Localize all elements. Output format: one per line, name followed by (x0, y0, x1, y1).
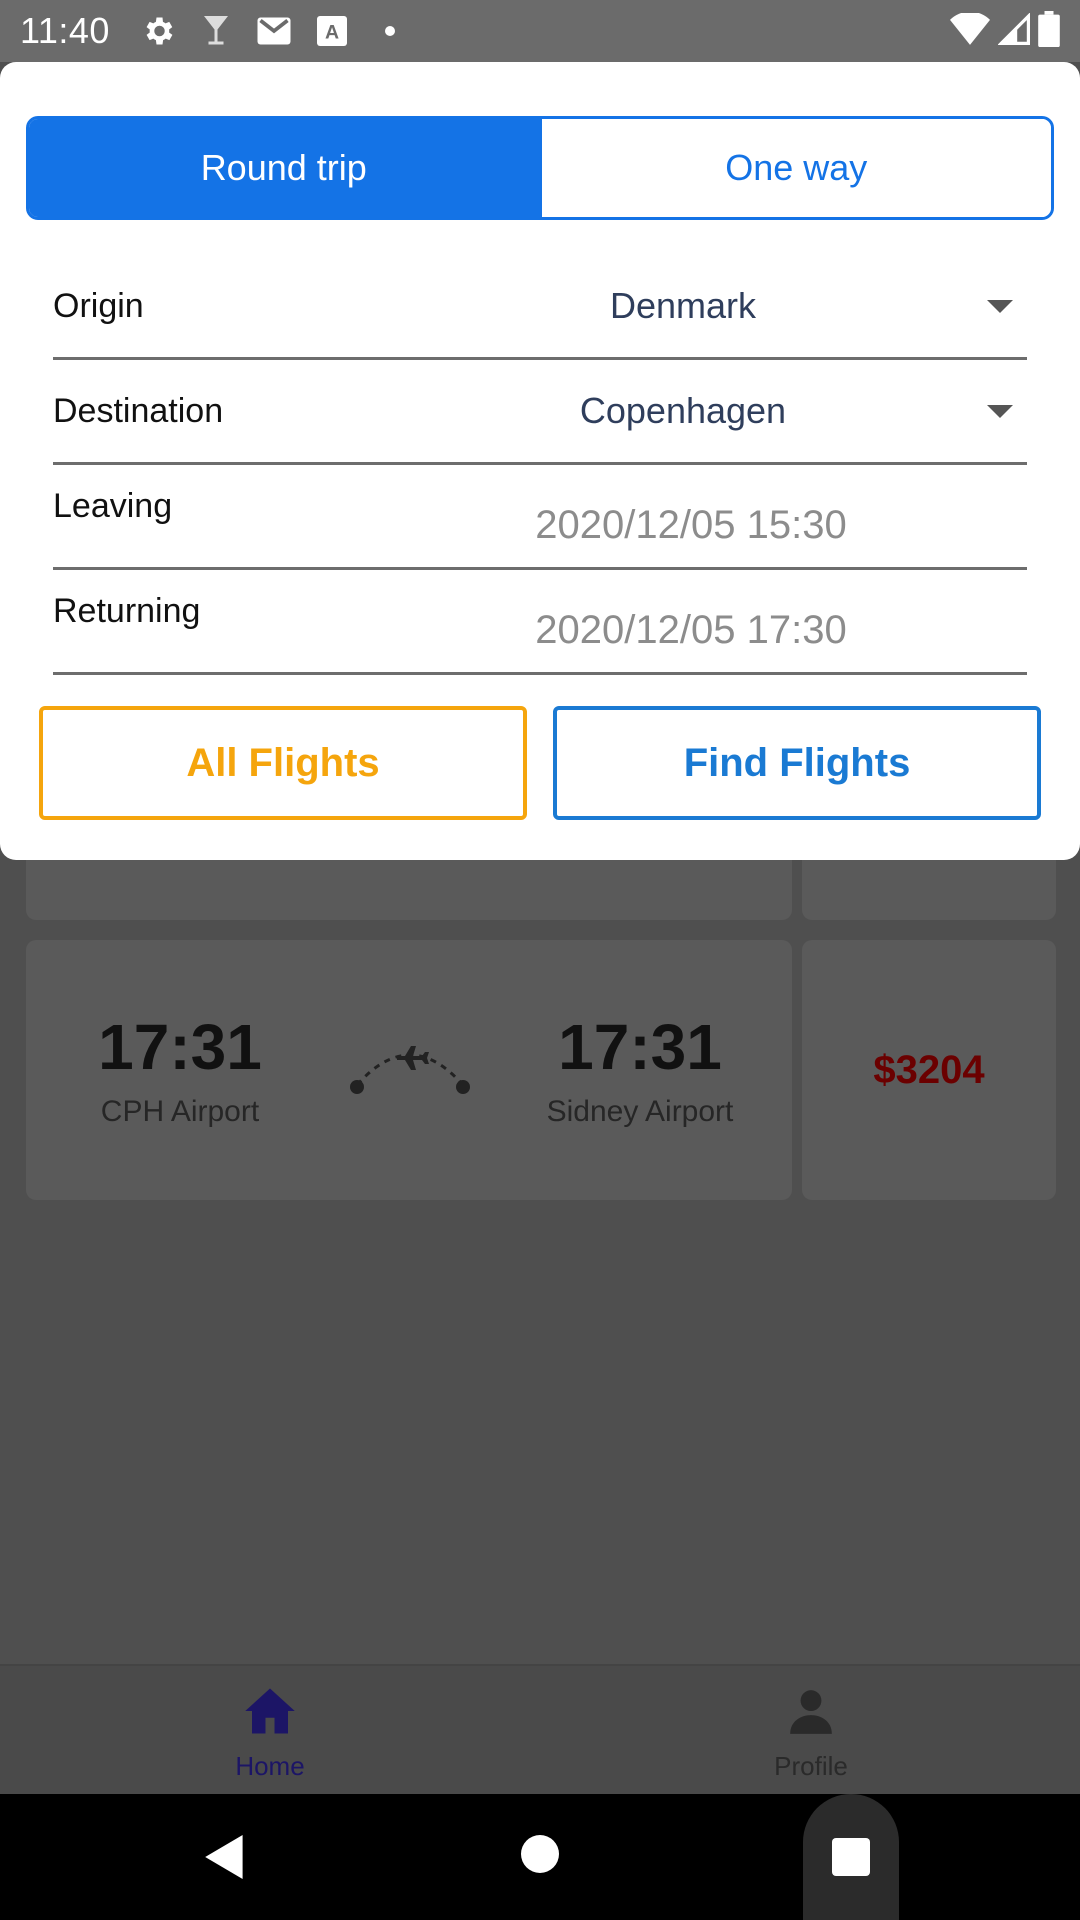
recents-button[interactable] (803, 1794, 899, 1920)
bottom-navigation: Home Profile (0, 1664, 1080, 1794)
origin-label: Origin (53, 287, 144, 325)
battery-icon (1038, 10, 1060, 52)
signal-icon (997, 11, 1030, 50)
svg-text:A: A (325, 22, 339, 44)
all-flights-button[interactable]: All Flights (39, 706, 527, 820)
flight-search-sheet: Round trip One way Origin Denmark Destin… (0, 62, 1080, 860)
back-button[interactable] (195, 1824, 255, 1890)
destination-value: Copenhagen (579, 390, 787, 431)
font-icon: A (310, 9, 354, 53)
origin-value: Denmark (609, 285, 757, 326)
chevron-down-icon (987, 300, 1013, 313)
nav-profile-label: Profile (774, 1751, 848, 1781)
returning-date-field[interactable]: Returning 2020/12/05 17:30 (53, 570, 1027, 675)
nav-home-label: Home (235, 1751, 305, 1781)
chevron-down-icon (987, 405, 1013, 418)
plane-route-icon (345, 1030, 475, 1100)
tab-one-way[interactable]: One way (538, 119, 1051, 217)
arrival-time: 17:31 (558, 1011, 722, 1083)
home-icon (243, 1686, 297, 1741)
departure-time: 17:31 (98, 1011, 262, 1083)
dot-icon (368, 9, 412, 53)
tab-round-trip[interactable]: Round trip (29, 119, 539, 217)
trip-type-selector: Round trip One way (26, 116, 1054, 220)
system-navigation-bar (0, 1794, 1080, 1920)
leaving-value: 2020/12/05 15:30 (535, 503, 847, 547)
status-time: 11:40 (20, 10, 110, 51)
flight-price: $3204 (873, 1048, 985, 1092)
find-flights-button[interactable]: Find Flights (553, 706, 1041, 820)
drink-icon (194, 9, 238, 53)
mail-icon (252, 9, 296, 53)
returning-value: 2020/12/05 17:30 (535, 608, 847, 652)
nav-home[interactable]: Home (170, 1686, 370, 1782)
arrival-airport: Sidney Airport (546, 1095, 734, 1128)
status-bar: 11:40 A (0, 0, 1080, 62)
leaving-label: Leaving (53, 487, 173, 525)
gear-icon (136, 9, 180, 53)
nav-profile[interactable]: Profile (711, 1686, 911, 1782)
wifi-icon (950, 11, 990, 50)
person-icon (786, 1686, 836, 1741)
leaving-date-field[interactable]: Leaving 2020/12/05 15:30 (53, 465, 1027, 570)
returning-label: Returning (53, 592, 201, 630)
destination-select[interactable]: Destination Copenhagen (53, 360, 1027, 465)
departure-airport: CPH Airport (100, 1095, 260, 1128)
home-button[interactable] (515, 1829, 565, 1879)
origin-select[interactable]: Origin Denmark (53, 255, 1027, 360)
destination-label: Destination (53, 392, 224, 430)
